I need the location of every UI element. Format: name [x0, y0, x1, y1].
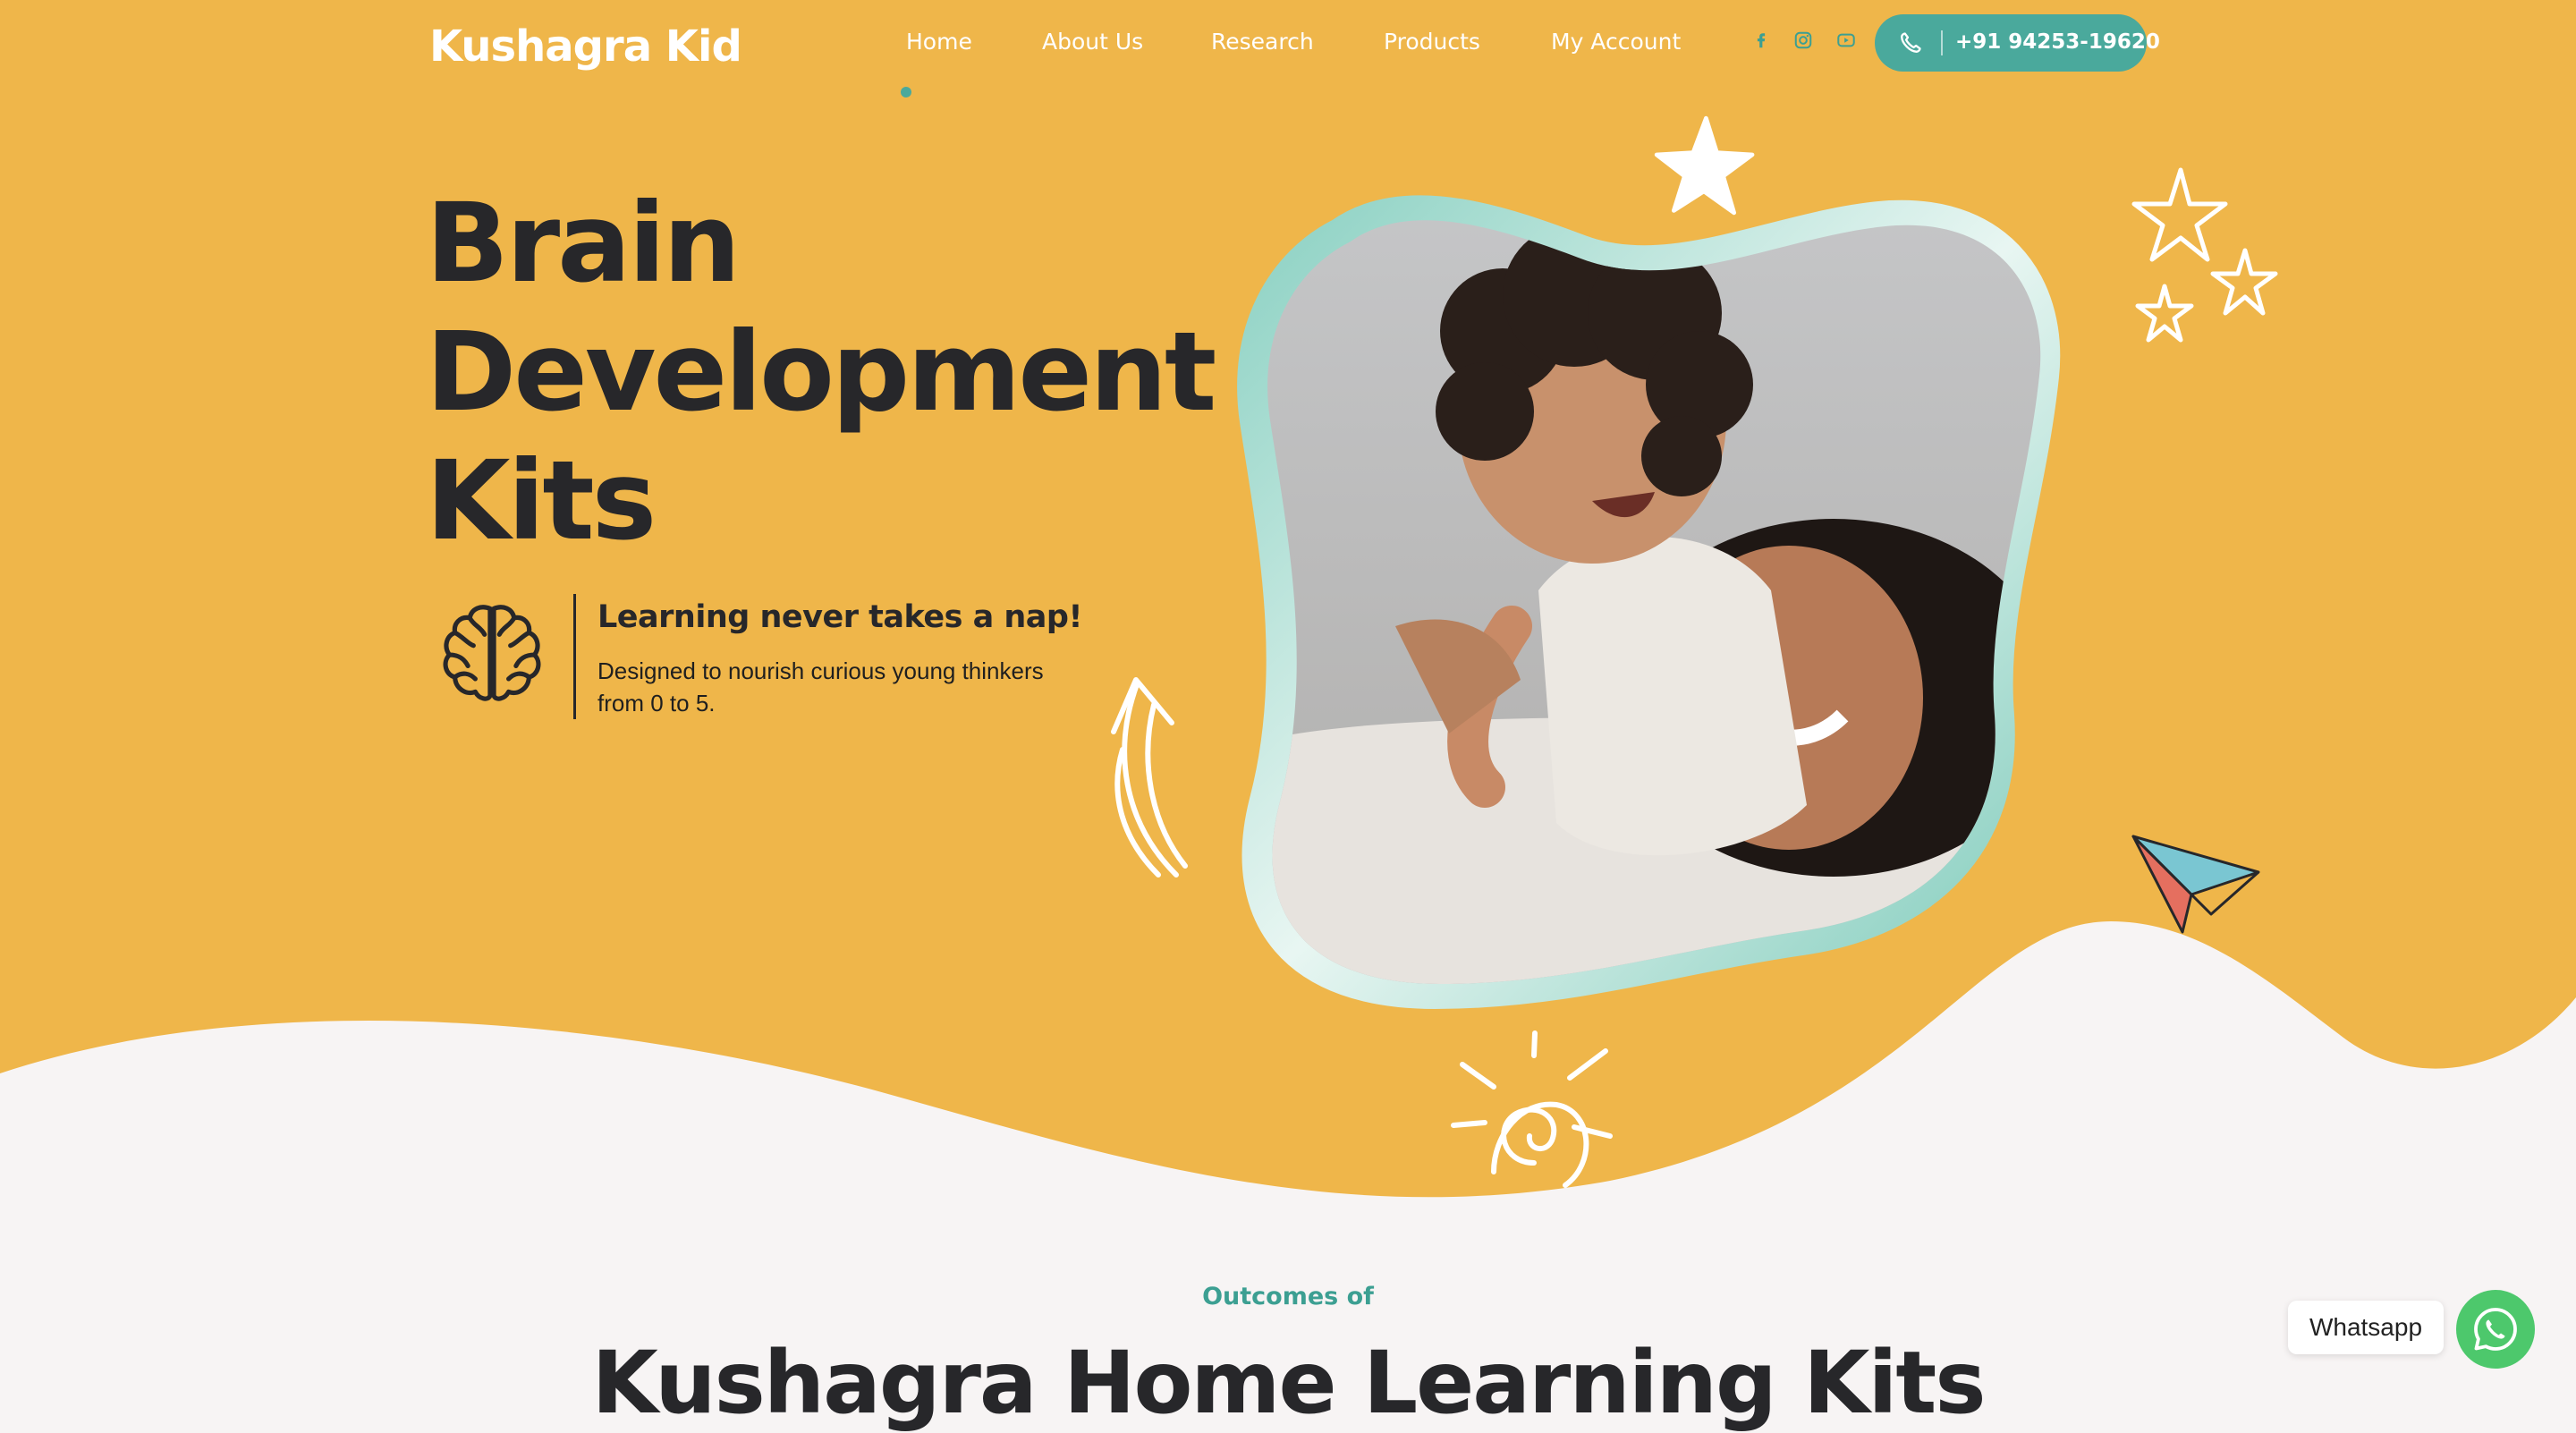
hero-tagline: Learning never takes a nap!	[597, 599, 1082, 635]
nav-products[interactable]: Products	[1384, 29, 1480, 55]
phone-number: +91 94253-19620	[1955, 30, 2160, 54]
instagram-icon[interactable]	[1793, 30, 1813, 50]
nav-research[interactable]: Research	[1211, 29, 1314, 55]
hero-title: Brain Development Kits	[426, 179, 1216, 565]
hero-title-line: Brain	[426, 180, 741, 307]
phone-call-button[interactable]: +91 94253-19620	[1875, 14, 2160, 72]
phone-icon	[1901, 32, 1921, 53]
star-doodle	[1654, 115, 1755, 216]
hero-title-line: Development	[426, 309, 1216, 436]
arrow-doodle	[1111, 677, 1188, 878]
whatsapp-icon	[2474, 1308, 2517, 1351]
brain-icon	[443, 605, 541, 701]
facebook-icon[interactable]	[1751, 30, 1771, 50]
stars-doodle	[2131, 167, 2278, 343]
whatsapp-label[interactable]: Whatsapp	[2288, 1301, 2444, 1354]
nav-my-account[interactable]: My Account	[1551, 29, 1681, 55]
nav-home[interactable]: Home	[906, 29, 972, 55]
hero-description: Designed to nourish curious young thinke…	[597, 657, 1044, 716]
paper-plane-doodle	[2131, 835, 2260, 934]
section-title: Kushagra Home Learning Kits	[591, 1333, 1987, 1433]
nav-about-us[interactable]: About Us	[1042, 29, 1143, 55]
active-nav-indicator	[901, 87, 911, 98]
divider	[1941, 30, 1943, 55]
section-eyebrow: Outcomes of	[1202, 1283, 1374, 1310]
sun-doodle	[1451, 1030, 1613, 1188]
hero-title-line: Kits	[426, 437, 657, 564]
whatsapp-button[interactable]	[2456, 1290, 2535, 1369]
site-logo[interactable]: Kushagra Kid	[429, 21, 742, 72]
youtube-icon[interactable]	[1836, 30, 1856, 50]
divider	[573, 594, 576, 719]
